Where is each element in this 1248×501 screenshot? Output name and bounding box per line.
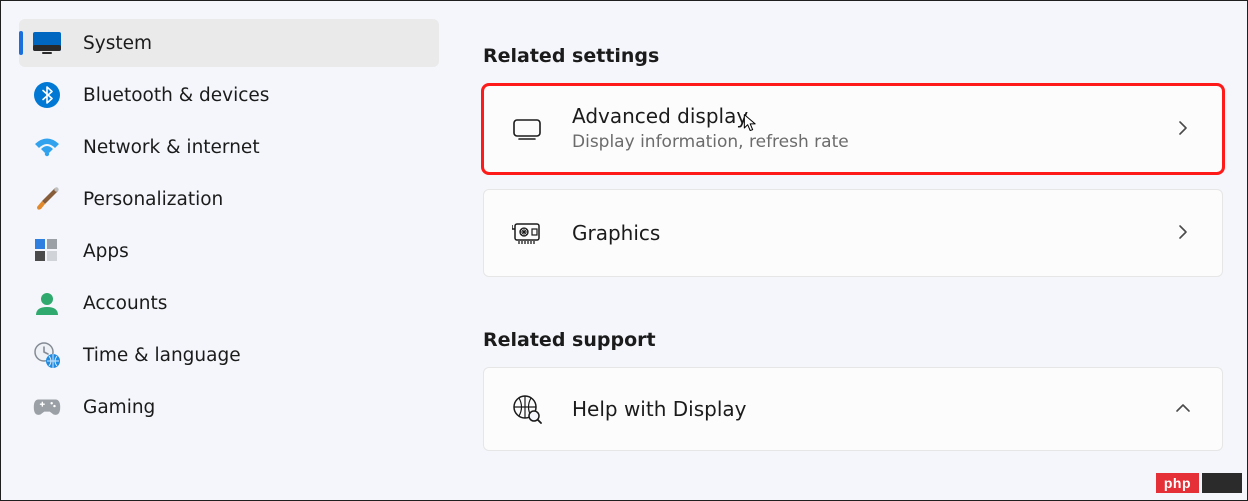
main-content: Related settings Advanced display Displa… <box>433 1 1247 500</box>
paintbrush-icon <box>33 185 61 213</box>
card-subtitle: Display information, refresh rate <box>572 131 1174 153</box>
wifi-icon <box>33 133 61 161</box>
sidebar-item-apps[interactable]: Apps <box>19 227 439 275</box>
graphics-icon <box>512 218 542 248</box>
sidebar-item-time-language[interactable]: Time & language <box>19 331 439 379</box>
sidebar-item-label: Time & language <box>83 345 241 366</box>
chevron-right-icon <box>1174 223 1194 243</box>
card-title: Graphics <box>572 221 1174 245</box>
php-badge-text: php <box>1156 473 1199 493</box>
card-help-display[interactable]: Help with Display <box>483 367 1223 451</box>
clock-globe-icon <box>33 341 61 369</box>
sidebar-item-label: Personalization <box>83 189 223 210</box>
display-icon <box>512 114 542 144</box>
sidebar-item-personalization[interactable]: Personalization <box>19 175 439 223</box>
sidebar: System Bluetooth & devices <box>1 1 433 500</box>
apps-icon <box>33 237 61 265</box>
sidebar-item-label: Network & internet <box>83 137 260 158</box>
php-badge-dark <box>1202 473 1242 493</box>
card-graphics[interactable]: Graphics <box>483 189 1223 277</box>
related-support-header: Related support <box>483 329 1223 351</box>
accounts-icon <box>33 289 61 317</box>
card-advanced-display[interactable]: Advanced display Display information, re… <box>483 85 1223 173</box>
globe-search-icon <box>512 394 542 424</box>
sidebar-item-system[interactable]: System <box>19 19 439 67</box>
sidebar-item-label: Apps <box>83 241 129 262</box>
sidebar-item-bluetooth[interactable]: Bluetooth & devices <box>19 71 439 119</box>
bluetooth-icon <box>33 81 61 109</box>
chevron-right-icon <box>1174 119 1194 139</box>
chevron-up-icon <box>1174 399 1194 419</box>
sidebar-item-label: System <box>83 33 152 54</box>
sidebar-item-gaming[interactable]: Gaming <box>19 383 439 431</box>
sidebar-item-label: Bluetooth & devices <box>83 85 269 106</box>
sidebar-item-label: Accounts <box>83 293 167 314</box>
card-title: Advanced display <box>572 104 1174 129</box>
sidebar-item-accounts[interactable]: Accounts <box>19 279 439 327</box>
related-settings-header: Related settings <box>483 45 1223 67</box>
php-watermark: php <box>1156 472 1242 494</box>
card-title: Help with Display <box>572 397 1174 421</box>
gaming-icon <box>33 393 61 421</box>
system-icon <box>33 29 61 57</box>
sidebar-item-label: Gaming <box>83 397 155 418</box>
sidebar-item-network[interactable]: Network & internet <box>19 123 439 171</box>
